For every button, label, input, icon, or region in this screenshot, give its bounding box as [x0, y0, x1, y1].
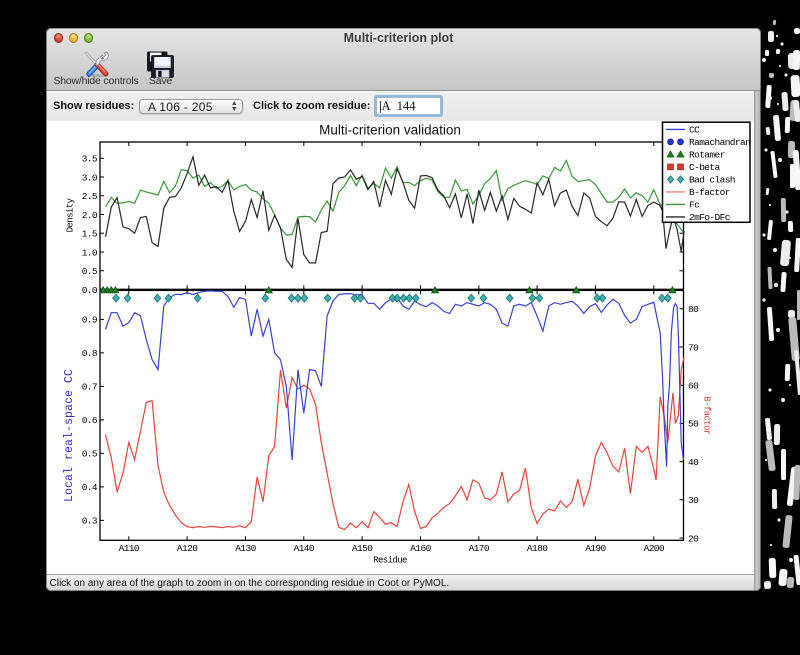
- svg-text:Multi-criterion validation: Multi-criterion validation: [319, 122, 461, 137]
- svg-text:A160: A160: [410, 543, 431, 554]
- svg-text:CC: CC: [689, 124, 700, 135]
- svg-text:20: 20: [688, 533, 699, 544]
- svg-text:Density: Density: [66, 197, 76, 232]
- svg-text:30: 30: [688, 495, 699, 506]
- svg-text:Ramachandran: Ramachandran: [689, 137, 750, 148]
- svg-text:2.0: 2.0: [82, 209, 98, 220]
- svg-text:0.8: 0.8: [82, 348, 98, 359]
- svg-text:A180: A180: [527, 543, 548, 554]
- svg-text:B-factor: B-factor: [689, 187, 730, 198]
- svg-text:0.0: 0.0: [82, 284, 98, 295]
- svg-text:2mFo-DFc: 2mFo-DFc: [689, 212, 731, 223]
- svg-text:3.0: 3.0: [82, 172, 98, 183]
- svg-text:A150: A150: [352, 543, 373, 554]
- svg-text:Residue: Residue: [373, 555, 407, 565]
- svg-text:Rotamer: Rotamer: [689, 149, 725, 160]
- svg-text:A200: A200: [644, 543, 665, 554]
- svg-text:C-beta: C-beta: [689, 162, 721, 173]
- svg-text:3.5: 3.5: [82, 153, 98, 164]
- svg-text:0.4: 0.4: [82, 482, 98, 493]
- svg-text:50: 50: [688, 418, 699, 429]
- svg-text:1.0: 1.0: [82, 247, 98, 258]
- svg-text:Local real-space CC: Local real-space CC: [63, 368, 76, 501]
- svg-text:A170: A170: [469, 543, 490, 554]
- svg-text:0.5: 0.5: [82, 448, 98, 459]
- svg-text:2.5: 2.5: [82, 191, 98, 202]
- svg-text:70: 70: [688, 342, 699, 353]
- svg-text:1.5: 1.5: [82, 228, 98, 239]
- svg-text:60: 60: [688, 380, 699, 391]
- svg-text:A190: A190: [585, 543, 606, 554]
- svg-text:A130: A130: [235, 543, 256, 554]
- svg-text:0.5: 0.5: [82, 266, 98, 277]
- svg-text:40: 40: [688, 456, 699, 467]
- svg-text:B-factor: B-factor: [702, 396, 712, 435]
- svg-text:Fc: Fc: [689, 199, 700, 210]
- svg-text:80: 80: [688, 304, 699, 315]
- svg-text:0.6: 0.6: [82, 415, 98, 426]
- svg-text:0.7: 0.7: [82, 381, 97, 392]
- svg-text:A120: A120: [177, 543, 198, 554]
- svg-text:A110: A110: [119, 543, 140, 554]
- svg-text:0.3: 0.3: [82, 515, 98, 526]
- svg-text:Bad clash: Bad clash: [689, 174, 735, 185]
- svg-text:A140: A140: [294, 543, 315, 554]
- svg-text:0.9: 0.9: [82, 314, 98, 325]
